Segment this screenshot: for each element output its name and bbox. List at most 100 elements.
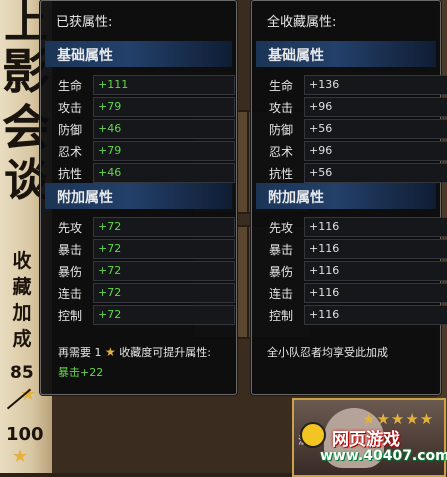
star-icon: ★	[105, 345, 116, 359]
attribute-row: 防御 +56	[252, 119, 447, 139]
collection-current: 85	[10, 363, 34, 383]
attribute-label: 控制	[269, 309, 294, 323]
attribute-row: 控制 +116	[252, 305, 447, 325]
attribute-label: 先攻	[58, 221, 83, 235]
attribute-value-box: +56	[304, 119, 447, 139]
attribute-value: +116	[309, 264, 340, 277]
section-title: 基础属性	[268, 48, 324, 64]
attribute-row: 暴伤 +72	[41, 261, 236, 281]
attribute-value-box: +46	[93, 119, 235, 139]
attribute-value-box: +96	[304, 97, 447, 117]
collection-bonus-label: 收藏加成	[12, 250, 32, 350]
attribute-value: +72	[98, 286, 122, 299]
panel-title: 全收藏属性:	[267, 15, 337, 30]
attribute-label: 生命	[269, 79, 294, 93]
attribute-row: 抗性 +46	[41, 163, 236, 183]
attribute-value: +72	[98, 264, 122, 277]
attribute-value: +56	[309, 166, 333, 179]
attribute-value-box: +79	[93, 141, 235, 161]
attribute-value-box: +72	[93, 261, 235, 281]
attribute-value: +56	[309, 122, 333, 135]
attribute-value-box: +46	[93, 163, 235, 183]
attribute-label: 防御	[58, 123, 83, 137]
obtained-attributes-panel: 已获属性: 基础属性 生命 +111 攻击 +79 防御 +46 忍术 +79 …	[40, 0, 237, 395]
section-title: 附加属性	[57, 190, 113, 206]
attribute-value: +79	[98, 100, 122, 113]
watermark-brand: 网页游戏	[332, 430, 400, 450]
section-title: 附加属性	[268, 190, 324, 206]
attribute-row: 攻击 +96	[252, 97, 447, 117]
attribute-row: 防御 +46	[41, 119, 236, 139]
attribute-label: 忍术	[269, 145, 294, 159]
attribute-value-box: +79	[93, 97, 235, 117]
attribute-value: +96	[309, 144, 333, 157]
attribute-label: 暴击	[58, 243, 83, 257]
attribute-row: 生命 +136	[252, 75, 447, 95]
upgrade-requirement: 再需要 1 ★ 收藏度可提升属性:	[58, 344, 211, 360]
attribute-row: 暴击 +116	[252, 239, 447, 259]
requirement-suffix: 收藏度可提升属性:	[119, 346, 211, 359]
attribute-label: 防御	[269, 123, 294, 137]
attribute-value-box: +72	[93, 217, 235, 237]
attribute-value-box: +136	[304, 75, 447, 95]
attribute-row: 生命 +111	[41, 75, 236, 95]
watermark-site: www.40407.com	[320, 448, 447, 464]
attribute-row: 连击 +72	[41, 283, 236, 303]
attribute-value-box: +96	[304, 141, 447, 161]
attribute-row: 暴击 +72	[41, 239, 236, 259]
attribute-value: +46	[98, 122, 122, 135]
attribute-label: 暴伤	[269, 265, 294, 279]
attribute-value: +136	[309, 78, 340, 91]
attribute-value: +116	[309, 286, 340, 299]
attribute-value: +111	[98, 78, 129, 91]
watermark-logo-icon	[300, 422, 326, 448]
attribute-row: 忍术 +79	[41, 141, 236, 161]
attribute-row: 忍术 +96	[252, 141, 447, 161]
attribute-value: +116	[309, 308, 340, 321]
attribute-label: 生命	[58, 79, 83, 93]
attribute-value-box: +111	[93, 75, 235, 95]
section-title: 基础属性	[57, 48, 113, 64]
attribute-value: +72	[98, 220, 122, 233]
attribute-row: 连击 +116	[252, 283, 447, 303]
full-collection-attributes-panel: 全收藏属性: 基础属性 生命 +136 攻击 +96 防御 +56 忍术 +96…	[251, 0, 447, 395]
requirement-prefix: 再需要 1	[58, 346, 102, 359]
attribute-value-box: +116	[304, 239, 447, 259]
next-bonus: 暴击+22	[58, 366, 104, 379]
attribute-row: 先攻 +72	[41, 217, 236, 237]
attribute-label: 暴击	[269, 243, 294, 257]
attribute-value: +46	[98, 166, 122, 179]
attribute-value-box: +116	[304, 283, 447, 303]
attribute-value: +72	[98, 242, 122, 255]
attribute-label: 抗性	[58, 167, 83, 181]
section-header-basic: 基础属性	[256, 41, 436, 67]
attribute-value: +116	[309, 220, 340, 233]
attribute-label: 攻击	[269, 101, 294, 115]
attribute-row: 先攻 +116	[252, 217, 447, 237]
attribute-label: 先攻	[269, 221, 294, 235]
section-header-extra: 附加属性	[45, 183, 232, 209]
attribute-label: 忍术	[58, 145, 83, 159]
attribute-value-box: +56	[304, 163, 447, 183]
attribute-value: +72	[98, 308, 122, 321]
attribute-row: 暴伤 +116	[252, 261, 447, 281]
attribute-value-box: +116	[304, 261, 447, 281]
squad-bonus-note: 全小队忍者均享受此加成	[267, 346, 388, 359]
section-header-extra: 附加属性	[256, 183, 436, 209]
attribute-value: +79	[98, 144, 122, 157]
attribute-label: 攻击	[58, 101, 83, 115]
attribute-value: +116	[309, 242, 340, 255]
attribute-label: 暴伤	[58, 265, 83, 279]
attribute-label: 控制	[58, 309, 83, 323]
attribute-value-box: +72	[93, 305, 235, 325]
attribute-value-box: +72	[93, 283, 235, 303]
attribute-value-box: +116	[304, 217, 447, 237]
collection-max: 100	[6, 424, 44, 445]
attribute-label: 抗性	[269, 167, 294, 181]
attribute-row: 控制 +72	[41, 305, 236, 325]
attribute-value-box: +72	[93, 239, 235, 259]
attribute-row: 攻击 +79	[41, 97, 236, 117]
section-header-basic: 基础属性	[45, 41, 232, 67]
panel-title: 已获属性:	[56, 15, 113, 30]
attribute-row: 抗性 +56	[252, 163, 447, 183]
